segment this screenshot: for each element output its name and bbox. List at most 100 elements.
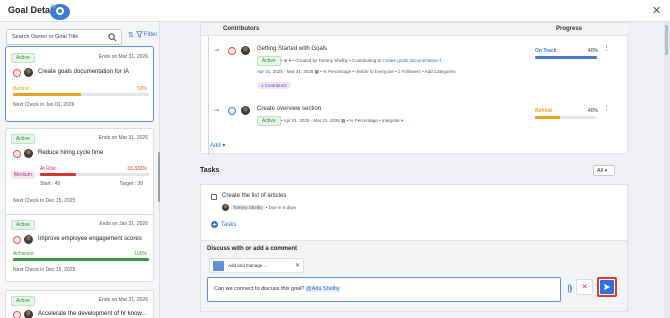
target-value: Target : 30 — [119, 181, 143, 187]
progress-bar-fill — [40, 173, 76, 176]
integrate[interactable]: Integrate — [382, 118, 400, 123]
sort-icon[interactable]: ⇅ — [128, 31, 134, 39]
followers[interactable]: 1 Followers — [398, 69, 421, 74]
avatar — [24, 68, 33, 77]
end-date: Ends on Jan 31, 2026 — [99, 221, 148, 227]
goal-name: Improve employee engagement scores — [38, 236, 142, 242]
tasks-panel: Tasks All ▾ Create the list of articles … — [200, 160, 628, 240]
remove-attachment-icon[interactable]: ✕ — [295, 262, 300, 269]
tree-connector-icon: ⊸ — [214, 108, 220, 114]
link-icon: • ⊕ ▾ • — [281, 58, 296, 63]
goal-name: Reduce hiring cycle time — [38, 150, 104, 156]
progress-percent: 40% — [588, 108, 599, 114]
task-meta: Tommy Shelby • Due in 6 days — [231, 205, 297, 210]
goal-progress-value: 33.333% — [127, 166, 147, 172]
filter-label: Filter — [144, 31, 158, 38]
search-icon[interactable] — [108, 33, 117, 42]
more-options-icon[interactable]: ⋮ — [603, 105, 610, 112]
avatar — [24, 235, 33, 244]
discussion-title: Discuss with or add a comment — [207, 246, 298, 252]
add-categories[interactable]: Add Categories — [425, 69, 456, 74]
progress-bar-fill — [535, 116, 560, 119]
contributors-panel: Contributors Progress ⊸ Getting Started … — [200, 22, 629, 155]
progress-bar-fill — [13, 93, 81, 96]
tasks-filter-dropdown[interactable]: All ▾ — [593, 165, 615, 176]
column-contributors: Contributors — [223, 26, 260, 32]
send-comment-button[interactable] — [597, 277, 617, 297]
chevron-down-icon: ▾ — [604, 168, 608, 174]
task-due: Due in 6 days — [268, 205, 297, 210]
goal-card[interactable]: Active Ends on Mar 31, 2026 Reduce hirin… — [5, 128, 154, 224]
send-icon — [603, 283, 611, 291]
task-checkbox[interactable] — [211, 194, 217, 200]
goal-status-label: Achieved — [13, 251, 34, 257]
chevron-down-icon[interactable]: ▾ — [401, 118, 403, 123]
next-check-date: Next Check in Jan 01, 2026 — [13, 102, 75, 108]
progress-status: Behind — [535, 108, 552, 114]
contributing-to-link[interactable]: Create goals documentation f... — [383, 58, 446, 63]
status-badge: Active — [11, 220, 35, 230]
goal-target-icon — [13, 150, 21, 158]
add-label: Add — [210, 143, 221, 149]
contributor-goal-title[interactable]: Create overview section — [257, 106, 321, 112]
close-icon[interactable]: ✕ — [652, 4, 661, 17]
end-date: Ends on Mar 31, 2026 — [98, 297, 148, 303]
cancel-comment-button[interactable]: ✕ — [576, 279, 593, 295]
goal-target-icon — [13, 311, 21, 318]
measure-type: % Percentage — [349, 118, 378, 123]
main-scrollbar[interactable] — [664, 22, 670, 318]
goal-target-icon — [228, 107, 236, 115]
scrollbar-thumb[interactable] — [665, 25, 668, 55]
goal-card[interactable]: Active Ends on Jan 31, 2026 Improve empl… — [5, 214, 154, 282]
add-task-button[interactable]: Tasks — [211, 221, 236, 228]
close-icon: ✕ — [581, 284, 588, 291]
send-button-inner — [600, 280, 614, 294]
avatar — [24, 149, 33, 158]
search-input[interactable]: Search Owner or Goal Title — [6, 29, 122, 45]
end-date: Ends on Mar 31, 2026 — [98, 54, 148, 60]
add-button[interactable]: Add ▾ — [210, 142, 225, 149]
more-options-icon[interactable]: ⋮ — [603, 45, 610, 52]
status-badge: Active — [11, 134, 35, 144]
list-scrollbar[interactable] — [158, 152, 160, 202]
start-value: Start : 45 — [40, 181, 61, 187]
comment-mention: @Ada Shelby — [306, 286, 340, 292]
filter-button[interactable]: Filter — [136, 31, 157, 38]
discussion-panel: Discuss with or add a comment Add and ma… — [200, 240, 628, 312]
priority-badge: Medium — [11, 171, 35, 179]
attachment-chip[interactable]: Add and manage ... ✕ — [209, 258, 304, 273]
task-title[interactable]: Create the list of articles — [222, 193, 286, 199]
contributor-count-chip[interactable]: 1 Contributor — [257, 82, 292, 89]
tree-connector-icon: ⊸ — [214, 48, 220, 54]
progress-status: On Track — [535, 48, 557, 54]
goal-progress-value: 100% — [134, 251, 147, 257]
progress-bar — [535, 116, 597, 119]
comment-input[interactable]: Can we connect to discuss this goal? @Ad… — [207, 277, 561, 302]
tasks-filter-value: All — [597, 168, 604, 174]
goals-logo-icon — [48, 0, 72, 21]
calendar-icon[interactable]: ▦ — [341, 118, 347, 123]
calendar-icon[interactable]: ▦ — [315, 69, 321, 74]
created-by: Created by Tommy Shelby — [295, 58, 348, 63]
column-progress: Progress — [556, 26, 583, 32]
date-range: Apr 01, 2025 - Mar 31, 2026 — [283, 118, 340, 123]
next-check-date: Next Check in Dec 15, 2025 — [13, 267, 76, 273]
end-date: Ends on Mar 31, 2026 — [98, 135, 148, 141]
add-task-label: Tasks — [221, 221, 237, 228]
progress-bar — [40, 173, 149, 176]
contributors-table-header: Contributors Progress — [201, 23, 629, 36]
avatar — [241, 46, 250, 55]
contributor-goal-title[interactable]: Getting Started with Goals — [257, 46, 327, 52]
status-badge: Active — [257, 116, 281, 126]
progress-bar — [535, 56, 597, 59]
goal-card[interactable]: Active Ends on Mar 31, 2026 Create goals… — [5, 46, 154, 122]
progress-percent: 40% — [588, 48, 599, 54]
goal-status-label: At Risk — [40, 166, 56, 172]
tasks-list: Create the list of articles Tommy Shelby… — [200, 184, 628, 240]
status-badge: Active — [11, 296, 35, 306]
tree-line — [208, 37, 209, 155]
avatar — [24, 310, 33, 318]
paperclip-icon[interactable] — [567, 284, 573, 293]
goal-status-label: Behind — [13, 86, 29, 92]
goal-card[interactable]: Active Ends on Mar 31, 2026 Accelerate t… — [5, 290, 154, 318]
